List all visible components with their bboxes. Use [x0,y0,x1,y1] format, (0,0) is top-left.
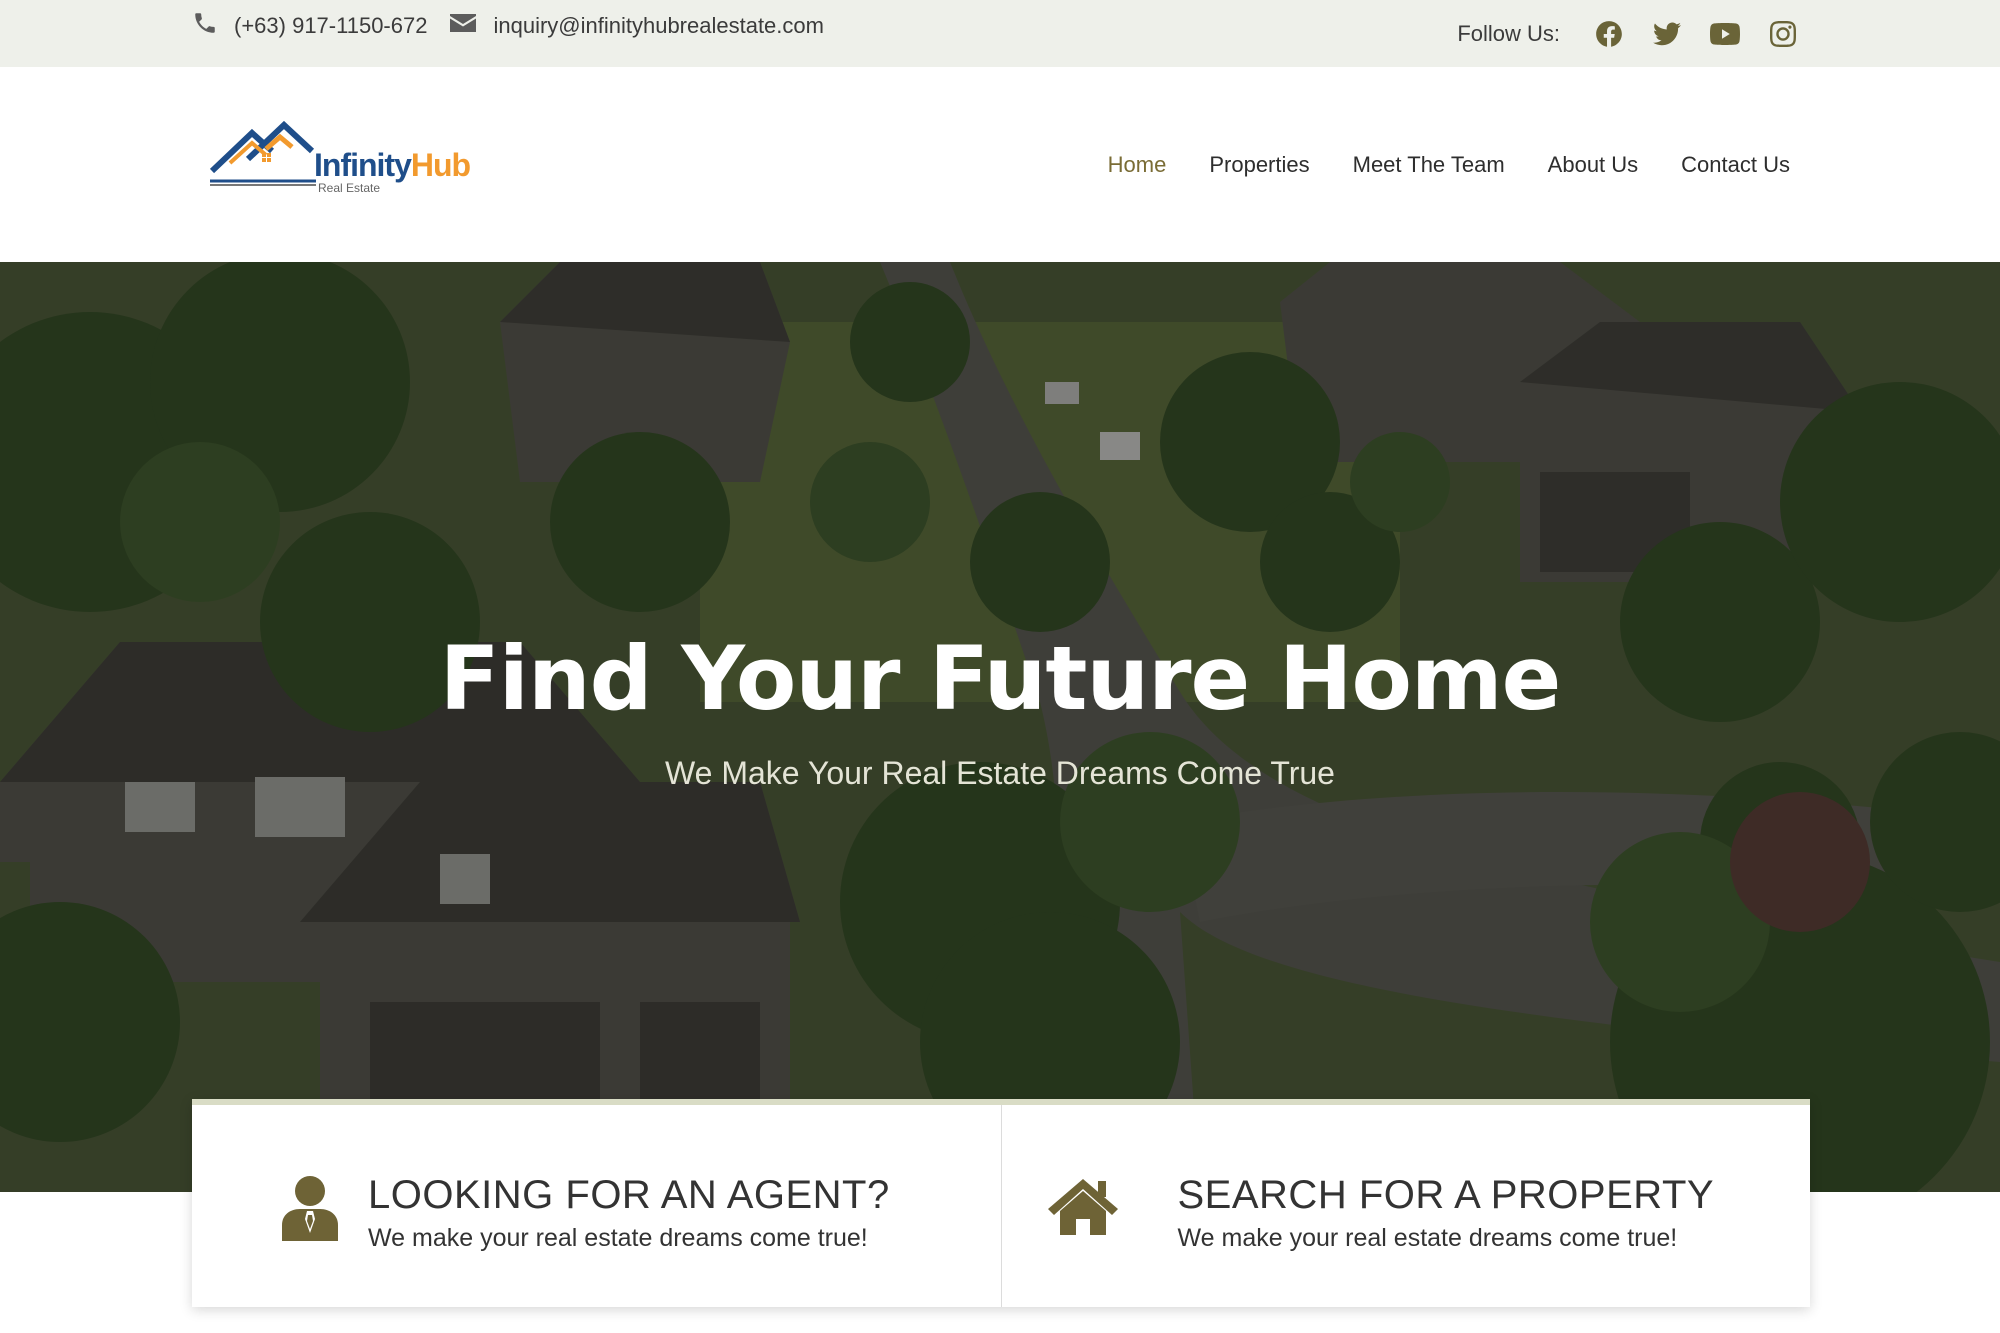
card-description: We make your real estate dreams come tru… [1177,1224,1678,1252]
hero-banner: Find Your Future Home We Make Your Real … [0,262,2000,1192]
phone-number: (+63) 917-1150-672 [234,13,428,38]
hero-subtitle: We Make Your Real Estate Dreams Come Tru… [665,755,1335,791]
nav-about-us[interactable]: About Us [1548,152,1639,178]
facebook-icon[interactable] [1594,19,1624,49]
top-bar: (+63) 917-1150-672 inquiry@infinityhubre… [0,0,2000,67]
logo-subtitle: Real Estate [318,181,381,195]
envelope-icon [449,12,477,40]
feature-cards: LOOKING FOR AN AGENT? We make your real … [192,1099,1810,1307]
site-logo[interactable]: InfinityHub Real Estate [208,119,478,199]
card-title: SEARCH FOR A PROPERTY [1177,1173,1715,1217]
logo-roof-icon [209,120,316,186]
email-link[interactable]: inquiry@infinityhubrealestate.com [449,12,824,40]
house-icon [1047,1175,1118,1241]
hero-title: Find Your Future Home [439,627,1562,730]
main-nav: Home Properties Meet The Team About Us C… [1108,67,1790,262]
social-links: Follow Us: [1457,0,1798,67]
card-find-agent[interactable]: LOOKING FOR AN AGENT? We make your real … [192,1105,1001,1307]
card-text: LOOKING FOR AN AGENT? We make your real … [368,1173,890,1253]
nav-contact-us[interactable]: Contact Us [1681,152,1790,178]
twitter-icon[interactable] [1652,19,1682,49]
nav-meet-the-team[interactable]: Meet The Team [1353,152,1505,178]
phone-icon [192,10,218,42]
agent-icon [280,1175,340,1241]
nav-home[interactable]: Home [1108,152,1167,178]
card-text: SEARCH FOR A PROPERTY We make your real … [1178,1173,1715,1253]
instagram-icon[interactable] [1768,19,1798,49]
nav-properties[interactable]: Properties [1209,152,1309,178]
card-title: LOOKING FOR AN AGENT? [368,1173,890,1217]
email-address: inquiry@infinityhubrealestate.com [493,13,824,38]
site-header: InfinityHub Real Estate Home Properties … [0,67,2000,262]
logo-wordmark: InfinityHub [314,147,471,183]
youtube-icon[interactable] [1710,19,1740,49]
phone-link[interactable]: (+63) 917-1150-672 [192,10,427,42]
card-search-property[interactable]: SEARCH FOR A PROPERTY We make your real … [1000,1105,1811,1307]
follow-label: Follow Us: [1457,20,1560,46]
card-description: We make your real estate dreams come tru… [368,1224,868,1252]
contact-info: (+63) 917-1150-672 inquiry@infinityhubre… [192,0,824,52]
